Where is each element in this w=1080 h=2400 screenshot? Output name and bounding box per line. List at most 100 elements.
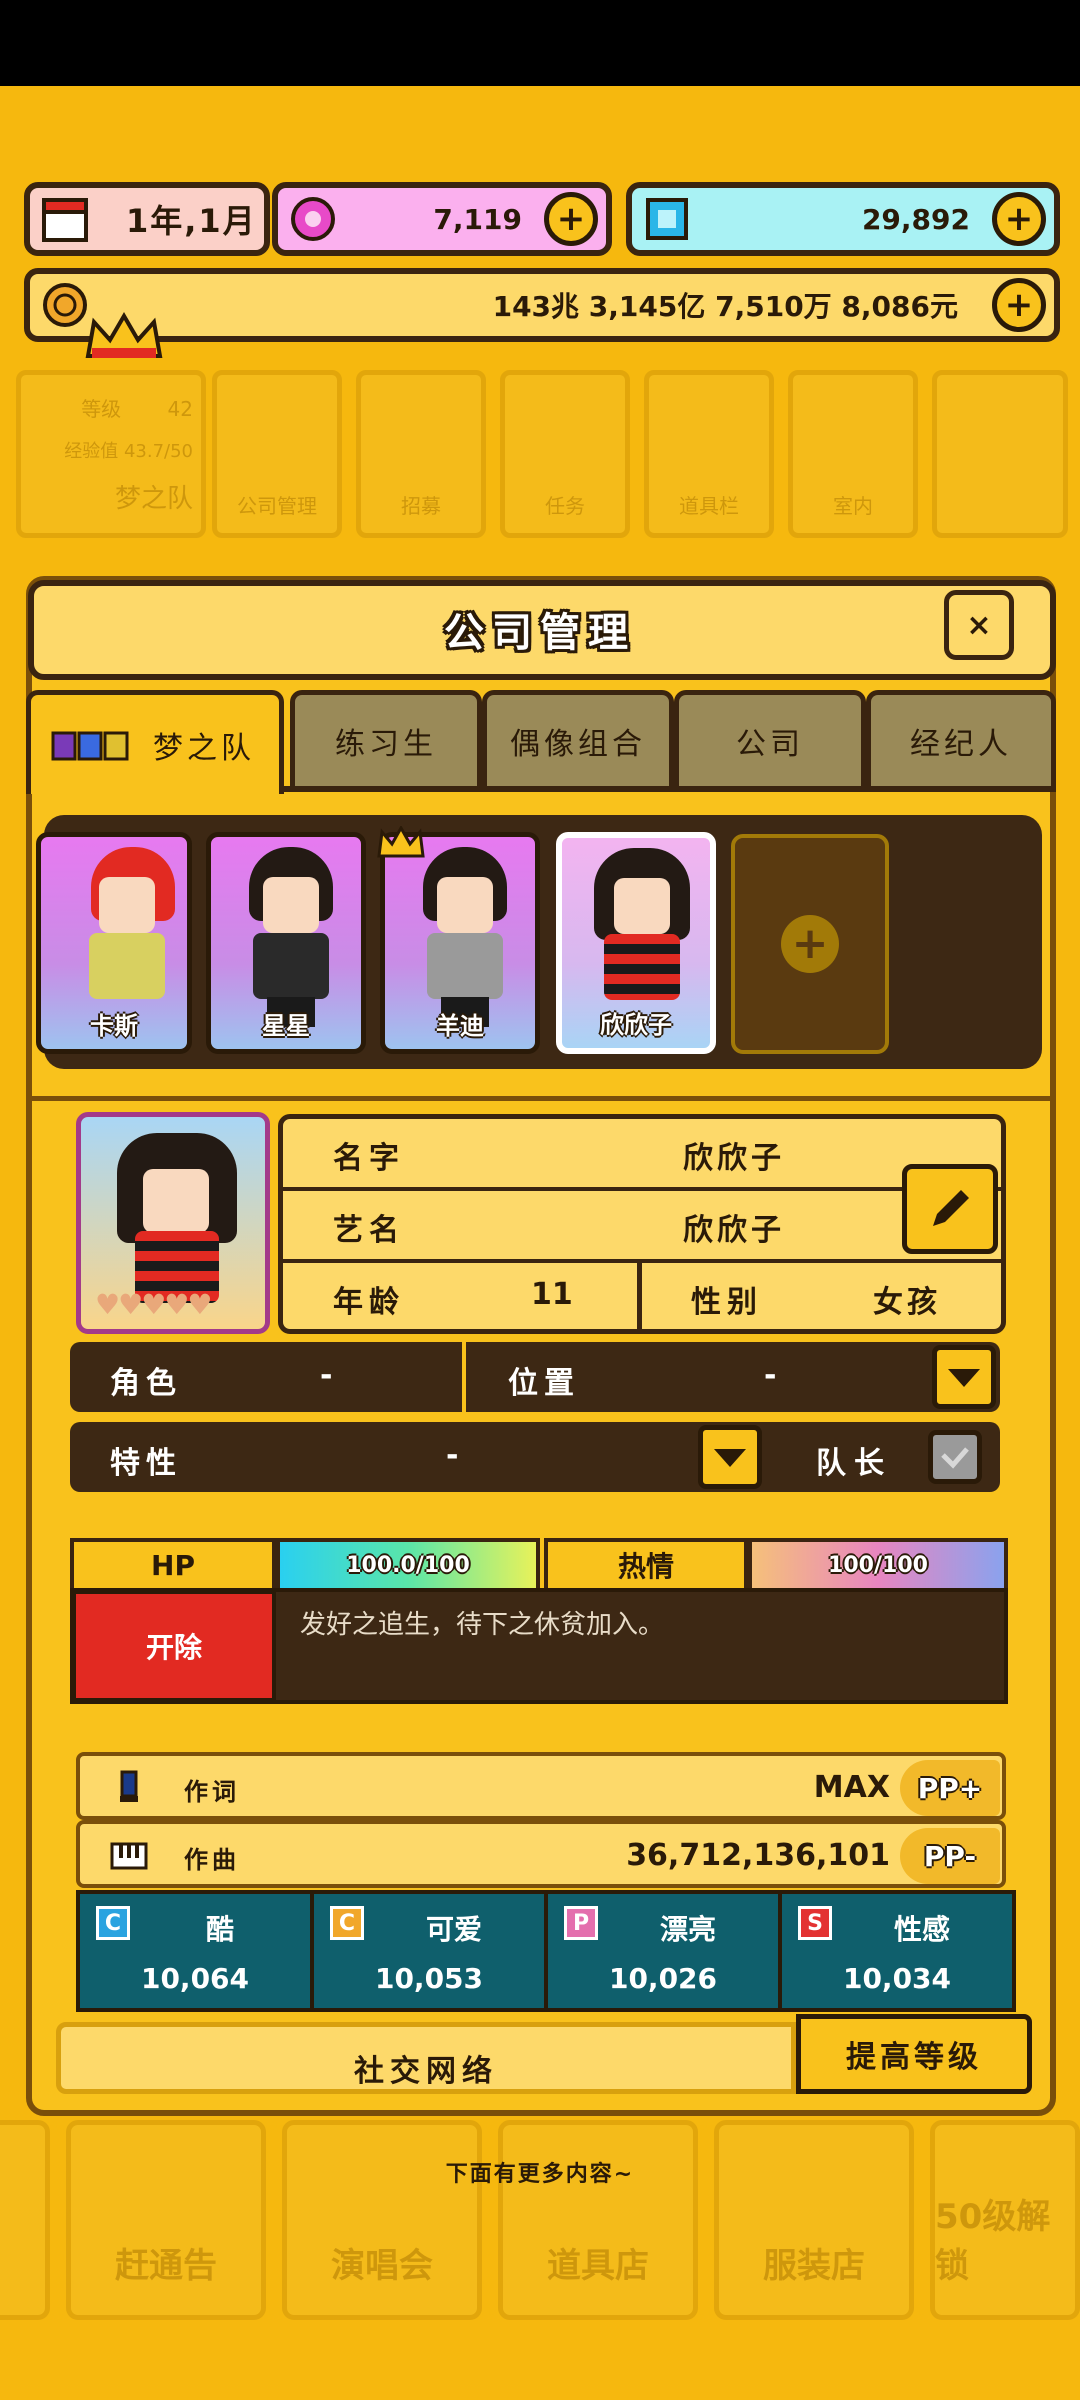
member-card-yangdi[interactable]: 羊迪: [380, 832, 540, 1054]
member-roster: [44, 815, 1042, 1069]
leader-crown-icon: [377, 826, 425, 858]
edit-name-button[interactable]: [902, 1164, 998, 1254]
attr-cute-value: 10,053: [374, 1962, 484, 1995]
portrait-face: [143, 1169, 209, 1233]
tab-trainees[interactable]: 练习生: [290, 690, 482, 786]
composition-skill-row: 作曲 36,712,136,101 PP-: [76, 1820, 1006, 1888]
stage-name-row: 艺名 欣欣子: [283, 1191, 1001, 1263]
position-value: -: [764, 1358, 777, 1393]
more-content-hint: 下面有更多内容~: [445, 2162, 635, 2187]
name-label: 名字: [333, 1141, 405, 1176]
age-value: 11: [531, 1277, 573, 1312]
member-figure-face: [437, 877, 493, 933]
role-label: 角色: [110, 1366, 182, 1401]
member-figure-body: [89, 933, 165, 999]
leader-checkbox[interactable]: [928, 1430, 982, 1484]
age-gender-row: 年龄 11 性别 女孩: [283, 1263, 1001, 1329]
bg-tile-mail: [932, 370, 1068, 538]
member-name: 卡斯: [90, 1012, 138, 1040]
hp-label: HP: [70, 1538, 276, 1592]
member-figure-face: [99, 877, 155, 933]
member-figure-body: [427, 933, 503, 999]
add-member-icon: +: [781, 915, 839, 973]
stage-name-value: 欣欣子: [683, 1213, 785, 1248]
member-figure-body: [253, 933, 329, 999]
passion-label: 热情: [544, 1538, 748, 1592]
member-card-kasi[interactable]: 卡斯: [36, 832, 192, 1054]
bg-bottom-5: 50级解锁: [930, 2120, 1080, 2320]
member-figure-face: [614, 878, 670, 934]
bg-team: 梦之队: [114, 484, 193, 514]
bg-tile-recruit: 招募: [356, 370, 486, 538]
profile-info-table: 名字 欣欣子 艺名 欣欣子 年龄 11 性别 女孩: [278, 1114, 1006, 1334]
bg-tile-company: 公司管理: [212, 370, 342, 538]
panel-title: 公司管理: [444, 610, 636, 656]
tab-idol-groups[interactable]: 偶像组合: [482, 690, 674, 786]
pencil-icon: [933, 1190, 969, 1226]
member-name: 星星: [262, 1012, 310, 1040]
name-row: 名字 欣欣子: [283, 1119, 1001, 1191]
bg-bottom-3: 道具店: [498, 2120, 698, 2320]
bg-bottom-2: 演唱会: [282, 2120, 482, 2320]
attr-sexy-value: 10,034: [842, 1962, 952, 1995]
pp-plus-button[interactable]: PP+: [900, 1760, 1000, 1816]
tab-managers[interactable]: 经纪人: [866, 690, 1056, 786]
lyrics-value: MAX: [813, 1770, 890, 1805]
member-name: 欣欣子: [600, 1011, 672, 1039]
bg-tile-task: 任务: [500, 370, 630, 538]
role-divider: [462, 1342, 466, 1412]
attr-sexy: S 性感 10,034: [782, 1894, 1012, 2008]
stage-name-label: 艺名: [333, 1213, 405, 1248]
bg-bottom-4: 服装店: [714, 2120, 914, 2320]
bg-tile-inventory: 道具栏: [644, 370, 774, 538]
affection-hearts: ♥♥♥♥♥: [95, 1288, 213, 1321]
level-up-button[interactable]: 提高等级: [796, 2014, 1032, 2094]
attr-sexy-name: 性感: [893, 1913, 950, 1946]
hp-bar: 100.0/100: [276, 1538, 540, 1592]
composition-value: 36,712,136,101: [626, 1838, 890, 1873]
lyrics-skill-row: 作词 MAX PP+: [76, 1752, 1006, 1820]
trait-leader-row: 特性 - 队长: [70, 1422, 1000, 1492]
chevron-down-icon: [714, 1449, 746, 1467]
attr-pretty-name: 漂亮: [659, 1913, 716, 1946]
bg-tile-interior: 室内: [788, 370, 918, 538]
attr-cool-value: 10,064: [140, 1962, 250, 1995]
position-label: 位置: [508, 1366, 580, 1401]
tab-company[interactable]: 公司: [674, 690, 866, 786]
bg-level-value: 42: [167, 397, 193, 421]
trait-value: -: [446, 1438, 459, 1473]
bg-team-tile: 等级 42 经验值 43.7/50 梦之队: [16, 370, 206, 538]
attribute-strip: C 酷 10,064 C 可爱 10,053 P 漂亮 10,026 S 性感 …: [76, 1890, 1016, 2012]
member-name: 羊迪: [436, 1012, 484, 1040]
stat-strip: HP 100.0/100 热情 100/100: [70, 1538, 1008, 1592]
composition-label: 作曲: [184, 1846, 240, 1874]
member-card-xinxinzi[interactable]: 欣欣子: [556, 832, 716, 1054]
name-value: 欣欣子: [683, 1141, 785, 1176]
passion-bar: 100/100: [748, 1538, 1008, 1592]
attr-pretty-value: 10,026: [608, 1962, 718, 1995]
bg-bottom-1: 赶通告: [66, 2120, 266, 2320]
team-icon: [51, 731, 129, 760]
member-figure-body: [604, 934, 680, 1000]
member-portrait: ♥♥♥♥♥: [76, 1112, 270, 1334]
gender-value: 女孩: [873, 1285, 941, 1320]
close-button[interactable]: ×: [944, 590, 1014, 660]
position-dropdown-button[interactable]: [932, 1345, 996, 1409]
leader-label: 队长: [816, 1446, 892, 1481]
pp-minus-button[interactable]: PP-: [900, 1828, 1000, 1884]
check-icon: [941, 1447, 969, 1469]
attr-cool: C 酷 10,064: [80, 1894, 314, 2008]
member-card-xingxing[interactable]: 星星: [206, 832, 366, 1054]
trait-dropdown-button[interactable]: [698, 1425, 762, 1489]
attr-cool-name: 酷: [205, 1913, 234, 1946]
tab-dream-team-label: 梦之队: [153, 730, 255, 766]
add-member-slot[interactable]: +: [731, 834, 889, 1054]
member-description: 发好之追生，待下之休贫加入。: [300, 1610, 665, 1640]
social-network-button[interactable]: 社交网络: [56, 2022, 796, 2094]
bg-bottom-0: 中: [0, 2120, 50, 2320]
fire-button[interactable]: 开除: [72, 1590, 276, 1702]
age-label: 年龄: [333, 1285, 405, 1320]
tab-dream-team[interactable]: 梦之队: [26, 690, 284, 794]
attr-cute-name: 可爱: [425, 1913, 482, 1946]
trait-label: 特性: [110, 1446, 182, 1481]
